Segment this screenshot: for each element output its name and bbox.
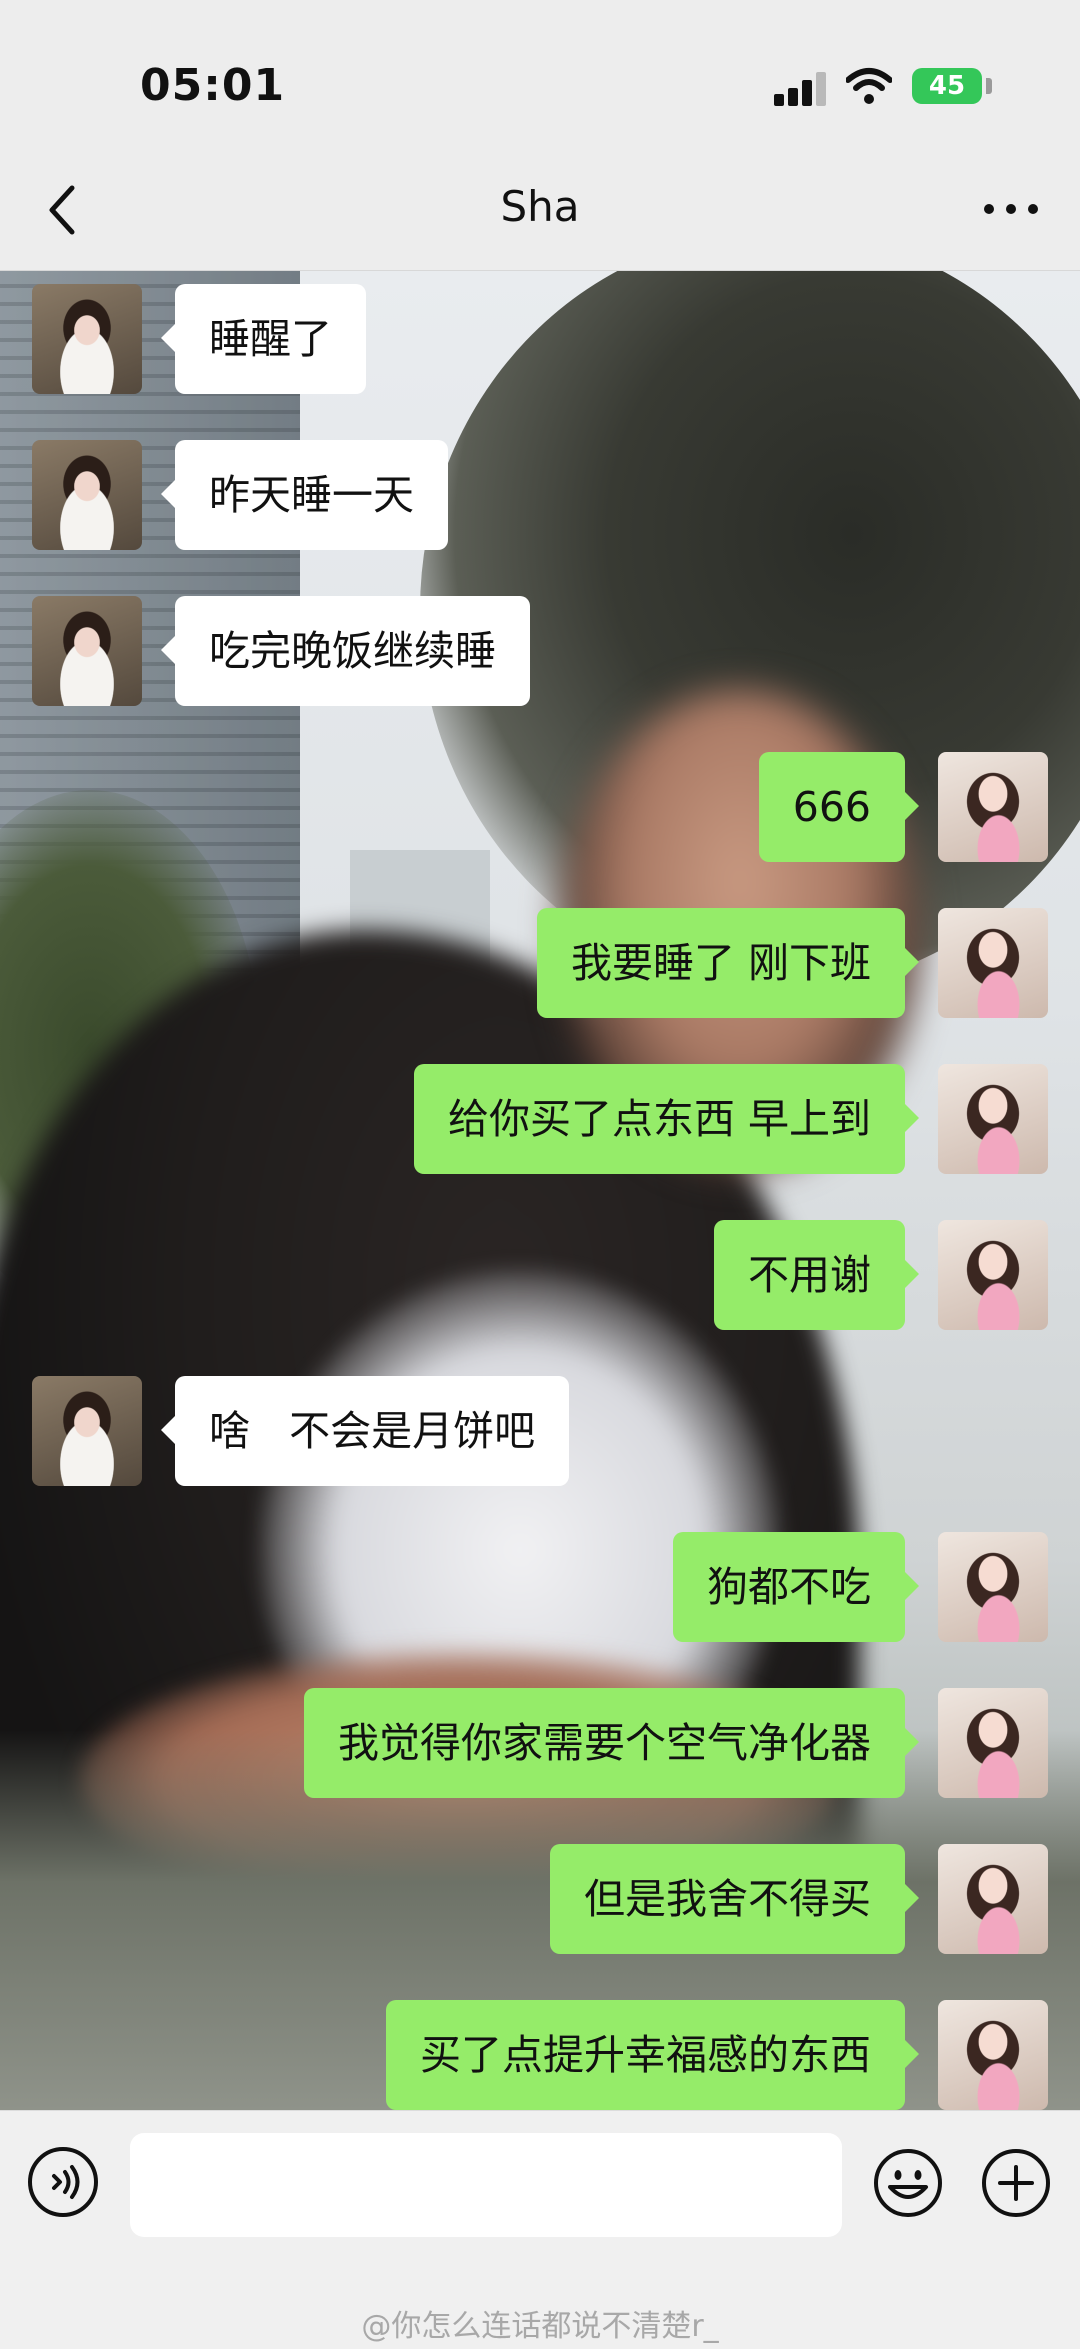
battery-indicator: 45 [912, 68, 982, 104]
message-row: 给你买了点东西 早上到 [0, 1064, 1080, 1176]
message-row: 不用谢 [0, 1220, 1080, 1332]
message-row: 吃完晚饭继续睡 [0, 596, 1080, 708]
incoming-message[interactable]: 昨天睡一天 [161, 440, 448, 550]
my-avatar[interactable] [938, 752, 1048, 862]
outgoing-message[interactable]: 但是我舍不得买 [550, 1844, 919, 1954]
message-row: 昨天睡一天 [0, 440, 1080, 552]
cellular-signal-icon [774, 72, 830, 106]
my-avatar[interactable] [938, 908, 1048, 1018]
voice-input-button[interactable] [28, 2147, 98, 2217]
incoming-message[interactable]: 啥 不会是月饼吧 [160, 1376, 570, 1486]
voice-icon [52, 2165, 80, 2199]
message-row: 啥 不会是月饼吧 [0, 1376, 1080, 1488]
chat-title: Sha [500, 182, 580, 231]
contact-avatar[interactable] [32, 440, 142, 550]
outgoing-message[interactable]: 买了点提升幸福感的东西 [386, 2000, 919, 2110]
incoming-message[interactable]: 睡醒了 [161, 284, 366, 394]
message-row: 666 [0, 752, 1080, 864]
message-input[interactable] [130, 2133, 842, 2237]
watermark: @你怎么连话都说不清楚r_ [361, 2309, 719, 2344]
outgoing-message[interactable]: 给你买了点东西 早上到 [413, 1064, 920, 1174]
my-avatar[interactable] [938, 1064, 1048, 1174]
battery-level: 45 [928, 71, 966, 101]
contact-avatar[interactable] [32, 596, 142, 706]
outgoing-message[interactable]: 狗都不吃 [673, 1532, 919, 1642]
incoming-message[interactable]: 吃完晚饭继续睡 [161, 596, 530, 706]
outgoing-message[interactable]: 666 [758, 752, 920, 862]
message-list[interactable]: 睡醒了 昨天睡一天 吃完晚饭继续睡 666 我要睡了 刚下班 给你买了点东西 早… [0, 270, 1080, 2110]
outgoing-message[interactable]: 我觉得你家需要个空气净化器 [304, 1688, 919, 1798]
wifi-icon [846, 68, 892, 104]
message-row: 但是我舍不得买 [0, 1844, 1080, 1956]
message-row: 我觉得你家需要个空气净化器 [0, 1688, 1080, 1800]
message-row: 买了点提升幸福感的东西 [0, 2000, 1080, 2112]
my-avatar[interactable] [938, 1532, 1048, 1642]
my-avatar[interactable] [938, 1688, 1048, 1798]
status-time: 05:01 [140, 60, 286, 111]
battery-tip [986, 78, 992, 94]
more-options-button[interactable] [984, 196, 1044, 222]
more-actions-button[interactable] [980, 2147, 1052, 2219]
contact-avatar[interactable] [32, 1376, 142, 1486]
my-avatar[interactable] [938, 1844, 1048, 1954]
message-row: 狗都不吃 [0, 1532, 1080, 1644]
outgoing-message[interactable]: 我要睡了 刚下班 [536, 908, 920, 1018]
message-row: 睡醒了 [0, 284, 1080, 396]
contact-avatar[interactable] [32, 284, 142, 394]
my-avatar[interactable] [938, 2000, 1048, 2110]
my-avatar[interactable] [938, 1220, 1048, 1330]
message-row: 我要睡了 刚下班 [0, 908, 1080, 1020]
input-bar: @你怎么连话都说不清楚r_ [0, 2110, 1080, 2349]
outgoing-message[interactable]: 不用谢 [714, 1220, 919, 1330]
top-bar: 05:01 45 Sha [0, 0, 1080, 271]
emoji-button[interactable] [872, 2147, 944, 2219]
